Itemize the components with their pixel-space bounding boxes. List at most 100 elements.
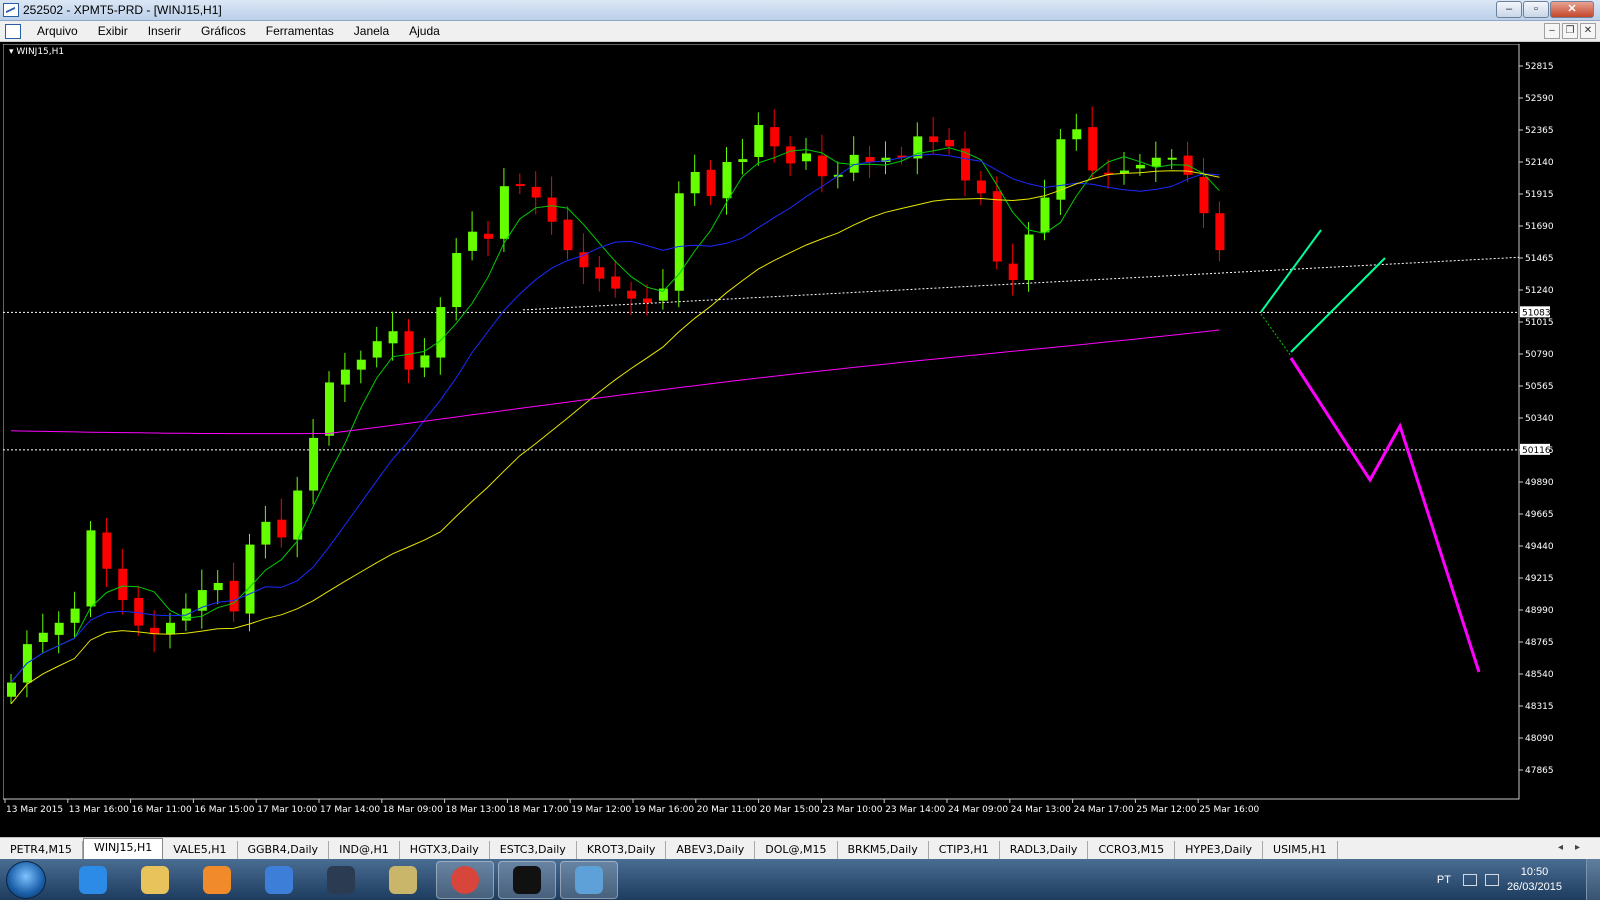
- minimize-button[interactable]: ‒: [1496, 1, 1522, 18]
- tab-ggbr4-daily[interactable]: GGBR4,Daily: [238, 841, 330, 859]
- bull-candle: [722, 162, 732, 199]
- menu-ajuda[interactable]: Ajuda: [399, 24, 450, 38]
- bull-candle: [38, 632, 48, 642]
- bear-candle: [643, 298, 652, 303]
- price-label: 49890: [1525, 478, 1554, 488]
- tab-ctip3-h1[interactable]: CTIP3,H1: [929, 841, 1000, 859]
- tab-ccro3-m15[interactable]: CCRO3,M15: [1088, 841, 1176, 859]
- taskbar-explorer-button[interactable]: [126, 861, 184, 899]
- symbol-label: ▾ WINJ15,H1: [9, 47, 65, 57]
- taskbar-tool-button[interactable]: [374, 861, 432, 899]
- chart-doc-icon[interactable]: [5, 23, 21, 39]
- tab-scroll-arrows[interactable]: ◂▸: [1558, 842, 1592, 853]
- taskbar-hp-button[interactable]: [312, 861, 370, 899]
- taskbar-metatrader-button[interactable]: [560, 860, 618, 899]
- tab-hype3-daily[interactable]: HYPE3,Daily: [1175, 841, 1264, 859]
- taskbar-ie-button[interactable]: [64, 861, 122, 899]
- volume-icon[interactable]: [1484, 873, 1499, 886]
- tab-dol-m15[interactable]: DOL@,M15: [755, 841, 838, 859]
- bull-candle: [86, 530, 96, 607]
- bull-candle: [325, 382, 334, 436]
- bear-candle: [531, 186, 541, 198]
- bear-candle: [706, 169, 716, 197]
- metatrader-icon: [575, 865, 603, 894]
- price-label: 49440: [1525, 542, 1554, 552]
- bull-candle: [1072, 129, 1082, 140]
- tab-krot3-daily[interactable]: KROT3,Daily: [577, 841, 667, 859]
- bear-candle: [992, 191, 1002, 262]
- bull-candle: [802, 153, 811, 162]
- bear-candle: [1008, 263, 1018, 281]
- menu-arquivo[interactable]: Arquivo: [27, 24, 88, 38]
- taskbar-media-button[interactable]: [188, 861, 246, 899]
- menu-janela[interactable]: Janela: [344, 24, 399, 38]
- tab-hgtx3-daily[interactable]: HGTX3,Daily: [400, 841, 490, 859]
- chart-canvas[interactable]: 52815 52590 52365 52140 51915 51690 51465 51240…: [3, 44, 1600, 837]
- price-label: 49665: [1525, 510, 1554, 520]
- price-label: 48990: [1525, 606, 1554, 616]
- bull-candle: [674, 193, 684, 291]
- mdi-close-button[interactable]: ✕: [1580, 23, 1596, 39]
- close-button[interactable]: ✕: [1550, 1, 1594, 18]
- bear-candle: [595, 267, 605, 279]
- tab-estc3-daily[interactable]: ESTC3,Daily: [490, 841, 577, 859]
- mdi-restore-button[interactable]: ❐: [1562, 23, 1578, 39]
- bull-candle: [7, 682, 16, 697]
- language-indicator[interactable]: PT: [1437, 874, 1451, 886]
- price-label: 50790: [1525, 350, 1554, 360]
- symbol-label-text: WINJ15,H1: [16, 47, 65, 57]
- tab-abev3-daily[interactable]: ABEV3,Daily: [666, 841, 756, 859]
- clock[interactable]: 10:50 26/03/2015: [1507, 865, 1562, 895]
- time-label: 18 Mar 17:00: [508, 805, 568, 815]
- bear-candle: [229, 580, 239, 612]
- price-label: 48090: [1525, 734, 1554, 744]
- taskbar-network-button[interactable]: [250, 861, 308, 899]
- tab-petr4-m15[interactable]: PETR4,M15: [0, 841, 83, 859]
- hp-icon: [327, 865, 355, 894]
- bear-candle: [1199, 176, 1209, 214]
- menu-graficos[interactable]: Gráficos: [191, 24, 256, 38]
- time-label: 24 Mar 13:00: [1011, 805, 1071, 815]
- price-chart[interactable]: 52815 52590 52365 52140 51915 51690 51465 51240…: [3, 44, 1600, 821]
- tab-usim5-h1[interactable]: USIM5,H1: [1263, 841, 1338, 859]
- show-desktop-button[interactable]: [1586, 859, 1600, 900]
- tab-radl3-daily[interactable]: RADL3,Daily: [1000, 841, 1089, 859]
- bull-candle: [738, 159, 748, 162]
- bear-candle: [961, 148, 970, 181]
- bear-candle: [277, 519, 287, 538]
- network-tray-icon[interactable]: [1462, 873, 1477, 886]
- time-label: 19 Mar 12:00: [571, 805, 631, 815]
- bull-candle: [356, 359, 366, 370]
- network-icon: [265, 865, 293, 894]
- bear-candle: [118, 568, 128, 601]
- bull-candle: [54, 622, 64, 635]
- time-label: 24 Mar 17:00: [1074, 805, 1134, 815]
- time-label: 23 Mar 14:00: [885, 805, 945, 815]
- time-label: 13 Mar 2015: [6, 805, 63, 815]
- bear-candle: [627, 290, 637, 299]
- bull-candle: [388, 331, 398, 344]
- start-button[interactable]: [6, 860, 46, 899]
- chrome-icon: [451, 865, 479, 894]
- bull-candle: [1135, 164, 1145, 169]
- bull-candle: [420, 355, 430, 368]
- bear-candle: [563, 219, 573, 251]
- mdi-minimize-button[interactable]: –: [1544, 23, 1560, 39]
- maximize-button[interactable]: ▫: [1523, 1, 1549, 18]
- menu-inserir[interactable]: Inserir: [138, 24, 191, 38]
- bear-candle: [134, 597, 144, 626]
- time-label: 18 Mar 09:00: [383, 805, 443, 815]
- menu-ferramentas[interactable]: Ferramentas: [256, 24, 344, 38]
- taskbar-chrome-button[interactable]: [436, 860, 494, 899]
- tab-winj15-h1[interactable]: WINJ15,H1: [82, 838, 164, 859]
- bull-candle: [754, 125, 764, 158]
- tab-brkm5-daily[interactable]: BRKM5,Daily: [838, 841, 929, 859]
- taskbar: PT 10:50 26/03/2015: [0, 859, 1600, 900]
- tab-vale5-h1[interactable]: VALE5,H1: [163, 841, 238, 859]
- price-label: 50340: [1525, 414, 1554, 424]
- menu-exibir[interactable]: Exibir: [88, 24, 138, 38]
- tab-ind-h1[interactable]: IND@,H1: [329, 841, 400, 859]
- taskbar-xp-button[interactable]: [498, 860, 556, 899]
- bear-candle: [515, 184, 525, 187]
- price-label: 51015: [1525, 318, 1554, 328]
